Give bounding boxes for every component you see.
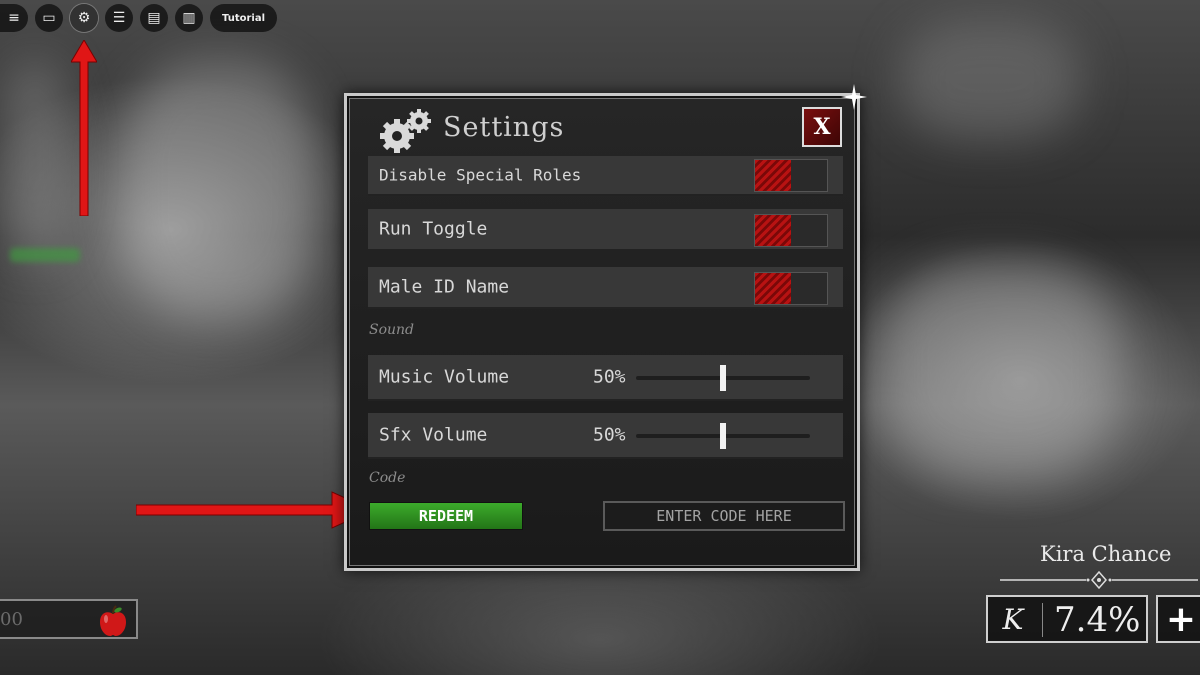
gift-icon: ▥ [182,10,196,26]
kira-chance-box: K 7.4% [986,595,1148,643]
toggle-on-indicator [755,215,791,246]
toggle-row-run-toggle: Run Toggle [368,209,843,251]
volume-slider[interactable] [636,365,810,391]
annotation-arrow-right [136,491,372,529]
annotation-arrow-up [71,40,97,216]
menu-icon: ≡ [8,10,20,26]
chat-button[interactable]: ▭ [35,4,63,32]
tutorial-button[interactable]: Tutorial [210,4,278,32]
volume-row-sfx: Sfx Volume 50% [368,413,843,459]
message-icon: ▤ [147,10,161,26]
row-label: Music Volume [379,366,510,388]
toggle-row-male-id-name: Male ID Name [368,267,843,309]
background-blur [0,60,70,260]
section-label-code: Code [369,470,406,486]
currency-display: 00 [0,599,138,639]
kira-emblem-icon: K [1002,602,1024,636]
settings-title: Settings [443,112,565,143]
background-blur [10,248,80,262]
apple-icon [100,605,126,636]
kira-chance-value: 7.4% [1054,600,1141,640]
toggle-on-indicator [755,160,791,191]
redeem-button[interactable]: REDEEM [369,502,523,530]
row-label: Sfx Volume [379,424,488,446]
message-button[interactable]: ▤ [140,4,168,32]
currency-value: 00 [0,609,23,630]
menu-button[interactable]: ≡ [0,4,28,32]
close-button[interactable]: X [802,107,842,147]
gear-icon: ⚙ [77,10,91,26]
divider [1042,603,1043,637]
toggle-on-indicator [755,273,791,304]
row-label: Disable Special Roles [379,165,582,185]
ornament-divider [1000,570,1198,590]
chat-icon: ▭ [42,10,56,26]
list-icon: ☰ [112,10,126,26]
gears-icon [380,109,431,153]
row-label: Run Toggle [379,218,488,240]
volume-value: 50% [593,424,626,446]
toggle-switch[interactable] [754,272,828,305]
toggle-switch[interactable] [754,214,828,247]
top-toolbar: ≡ ▭ ⚙ ☰ ▤ ▥ Tutorial [0,3,278,33]
sparkle-icon [841,84,867,110]
kira-chance-title: Kira Chance [1040,542,1172,566]
settings-button[interactable]: ⚙ [70,4,98,32]
settings-panel: Settings X Disable Special Roles Run Tog… [344,84,867,571]
toggle-row-disable-special-roles: Disable Special Roles [368,156,843,196]
row-label: Male ID Name [379,276,510,298]
toggle-switch[interactable] [754,159,828,192]
code-input[interactable] [603,501,845,531]
section-label-sound: Sound [369,322,415,338]
background-blur [120,60,320,320]
slider-thumb[interactable] [720,423,726,449]
gift-button[interactable]: ▥ [175,4,203,32]
volume-row-music: Music Volume 50% [368,355,843,401]
list-button[interactable]: ☰ [105,4,133,32]
slider-thumb[interactable] [720,365,726,391]
background-blur [900,20,1080,140]
background-blur [880,260,1120,480]
volume-slider[interactable] [636,423,810,449]
volume-value: 50% [593,366,626,388]
increase-kira-chance-button[interactable]: + [1156,595,1200,643]
